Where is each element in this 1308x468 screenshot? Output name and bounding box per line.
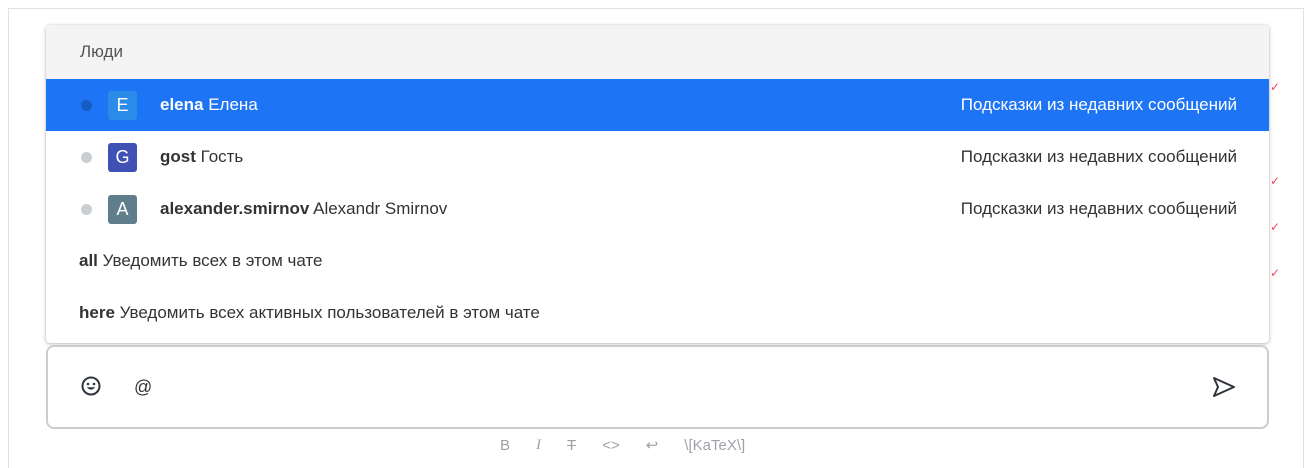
mention-key: all bbox=[79, 251, 98, 270]
suggestion-hint: Подсказки из недавних сообщений bbox=[960, 147, 1237, 166]
display-name: Гость bbox=[200, 147, 244, 166]
username: elena bbox=[160, 95, 204, 114]
read-check-icon: ✓ bbox=[1270, 80, 1281, 94]
multiline-button[interactable]: ↩ bbox=[646, 436, 659, 454]
code-button[interactable]: <> bbox=[602, 437, 620, 454]
avatar: G bbox=[108, 143, 137, 172]
mention-description: Уведомить всех в этом чате bbox=[102, 251, 323, 270]
avatar: E bbox=[108, 91, 137, 120]
username: gost bbox=[160, 147, 196, 166]
user-suggestion-alexander-smirnov[interactable]: A alexander.smirnov Alexandr Smirnov Под… bbox=[46, 183, 1269, 235]
format-toolbar: B I T <> ↩ \[KaTeX\] bbox=[500, 433, 771, 457]
mention-popup: Люди E elena Елена Подсказки из недавних… bbox=[46, 25, 1269, 343]
user-label: gost Гость bbox=[160, 131, 243, 183]
bold-button[interactable]: B bbox=[500, 437, 510, 454]
mention-suggestion-here[interactable]: here Уведомить всех активных пользовател… bbox=[46, 287, 1269, 339]
emoji-icon[interactable] bbox=[80, 375, 102, 397]
user-label: alexander.smirnov Alexandr Smirnov bbox=[160, 183, 447, 235]
mention-label: all Уведомить всех в этом чате bbox=[79, 235, 322, 287]
status-dot bbox=[81, 204, 92, 215]
username: alexander.smirnov bbox=[160, 199, 310, 218]
user-suggestion-elena[interactable]: E elena Елена Подсказки из недавних сооб… bbox=[46, 79, 1269, 131]
read-check-icon: ✓ bbox=[1270, 174, 1281, 188]
user-suggestion-gost[interactable]: G gost Гость Подсказки из недавних сообщ… bbox=[46, 131, 1269, 183]
send-icon[interactable] bbox=[1211, 375, 1237, 399]
display-name: Елена bbox=[208, 95, 258, 114]
italic-button[interactable]: I bbox=[536, 437, 541, 454]
katex-button[interactable]: \[KaTeX\] bbox=[684, 437, 745, 454]
status-dot bbox=[81, 100, 92, 111]
suggestion-hint: Подсказки из недавних сообщений bbox=[960, 199, 1237, 218]
mention-label: here Уведомить всех активных пользовател… bbox=[79, 287, 540, 339]
read-check-icon: ✓ bbox=[1270, 220, 1281, 234]
message-input[interactable] bbox=[134, 373, 1034, 401]
display-name: Alexandr Smirnov bbox=[313, 199, 448, 218]
popup-header: Люди bbox=[46, 25, 1269, 79]
strike-button[interactable]: T bbox=[567, 437, 576, 454]
suggestion-hint: Подсказки из недавних сообщений bbox=[960, 95, 1237, 114]
mention-suggestion-all[interactable]: all Уведомить всех в этом чате bbox=[46, 235, 1269, 287]
mention-key: here bbox=[79, 303, 115, 322]
message-composer bbox=[46, 345, 1269, 429]
user-label: elena Елена bbox=[160, 79, 258, 131]
avatar: A bbox=[108, 195, 137, 224]
read-check-icon: ✓ bbox=[1270, 266, 1281, 280]
mention-description: Уведомить всех активных пользователей в … bbox=[119, 303, 540, 322]
status-dot bbox=[81, 152, 92, 163]
